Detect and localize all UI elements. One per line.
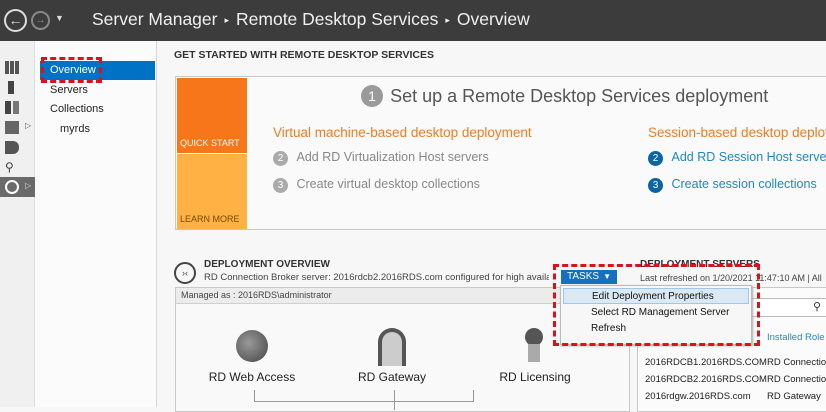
quick-start-panel: QUICK START LEARN MORE 1 Set up a Remote… <box>175 76 826 230</box>
step-number: 3 <box>273 178 288 193</box>
step-number: 2 <box>273 151 288 166</box>
table-row[interactable]: 2016RDCB1.2016RDS.COMRD Connection B <box>645 354 826 371</box>
cell-fqdn: 2016rdgw.2016RDS.com <box>645 391 751 402</box>
globe-icon[interactable] <box>236 330 268 362</box>
step-number: 2 <box>648 151 663 166</box>
expand-icon: ▷ <box>25 181 32 190</box>
local-server-icon[interactable] <box>8 81 14 94</box>
breadcrumb-overview[interactable]: Overview <box>457 9 530 29</box>
rd-web-access-label[interactable]: RD Web Access <box>192 370 312 384</box>
history-dropdown-icon[interactable]: ▼ <box>55 13 64 23</box>
rd-gateway-label[interactable]: RD Gateway <box>332 370 452 384</box>
create-vd-collections-link[interactable]: 3 Create virtual desktop collections <box>273 177 480 193</box>
step-label: Create session collections <box>671 177 817 191</box>
all-servers-icon[interactable] <box>5 101 19 114</box>
licensing-ribbon-icon <box>528 344 540 362</box>
breadcrumb: Server Manager ▸ Remote Desktop Services ▸ O… <box>92 9 530 30</box>
add-virtualization-host-link[interactable]: 2 Add RD Virtualization Host servers <box>273 150 489 166</box>
session-deployment-title: Session-based desktop deployment <box>648 125 826 140</box>
nav-item-myrds[interactable]: myrds <box>40 120 155 139</box>
step-label: Set up a Remote Desktop Services deploym… <box>390 85 769 106</box>
table-row[interactable]: 2016rdgw.2016RDS.com RD Gateway <box>645 388 826 405</box>
create-session-collections-link[interactable]: 3 Create session collections <box>648 177 817 193</box>
nav-item-servers[interactable]: Servers <box>40 81 155 100</box>
highlight-overview <box>41 57 102 83</box>
cell-role: RD Connection B <box>766 374 826 385</box>
step-number: 3 <box>648 178 663 193</box>
remote-desktop-icon <box>5 180 19 194</box>
cell-role: RD Gateway <box>766 391 821 402</box>
cell-role: RD Connection B <box>766 357 826 368</box>
deployment-overview-title: DEPLOYMENT OVERVIEW <box>204 259 330 270</box>
breadcrumb-server-manager[interactable]: Server Manager <box>92 9 217 29</box>
file-storage-icon[interactable] <box>5 121 19 134</box>
highlight-tasks <box>553 264 760 346</box>
column-header-role[interactable]: Installed Role Se <box>767 332 826 354</box>
iis-icon[interactable] <box>5 141 19 154</box>
search-icon[interactable]: ⚲ <box>813 300 821 313</box>
cell-fqdn: 2016RDCB2.2016RDS.COM <box>645 374 767 385</box>
table-row[interactable]: 2016RDCB2.2016RDS.COMRD Connection B <box>645 371 826 388</box>
breadcrumb-rds[interactable]: Remote Desktop Services <box>236 9 438 29</box>
step-label: Create virtual desktop collections <box>296 177 480 191</box>
dashboard-icon[interactable] <box>5 61 19 74</box>
back-button[interactable]: ← <box>4 9 27 32</box>
title-bar: ← → ▼ Server Manager ▸ Remote Desktop Serv… <box>0 0 826 41</box>
rd-licensing-label[interactable]: RD Licensing <box>475 370 595 384</box>
broker-subtitle: RD Connection Broker server: 2016rdcb2.2… <box>204 272 549 283</box>
breadcrumb-separator: ▸ <box>224 14 230 25</box>
vm-deployment-title: Virtual machine-based desktop deployment <box>273 125 532 140</box>
nav-panel: Overview Servers Collections myrds <box>35 41 157 407</box>
add-session-host-link[interactable]: 2 Add RD Session Host servers <box>648 150 826 166</box>
step-1: 1 Set up a Remote Desktop Services deplo… <box>361 85 768 107</box>
quick-start-tab[interactable]: QUICK START <box>177 78 247 153</box>
deployment-overview-icon: ›‹ <box>174 262 196 284</box>
tools-icon[interactable]: ⚲ <box>5 161 19 174</box>
forward-button[interactable]: → <box>31 11 50 30</box>
step-label: Add RD Session Host servers <box>671 150 826 164</box>
step-number: 1 <box>361 85 383 107</box>
connector-line <box>394 390 395 410</box>
get-started-title: GET STARTED WITH REMOTE DESKTOP SERVICES <box>174 49 435 61</box>
step-label: Add RD Virtualization Host servers <box>296 150 489 164</box>
breadcrumb-separator: ▸ <box>445 14 450 25</box>
cell-fqdn: 2016RDCB1.2016RDS.COM <box>645 357 767 368</box>
icon-rail: ▷ ⚲ ▷ <box>0 41 35 407</box>
nav-item-collections[interactable]: Collections <box>40 100 155 119</box>
connector-lines <box>254 390 474 402</box>
expand-icon[interactable]: ▷ <box>25 121 31 130</box>
learn-more-tab[interactable]: LEARN MORE <box>177 154 247 229</box>
gateway-icon[interactable] <box>378 328 406 366</box>
rds-nav-selected[interactable]: ▷ <box>0 177 35 197</box>
